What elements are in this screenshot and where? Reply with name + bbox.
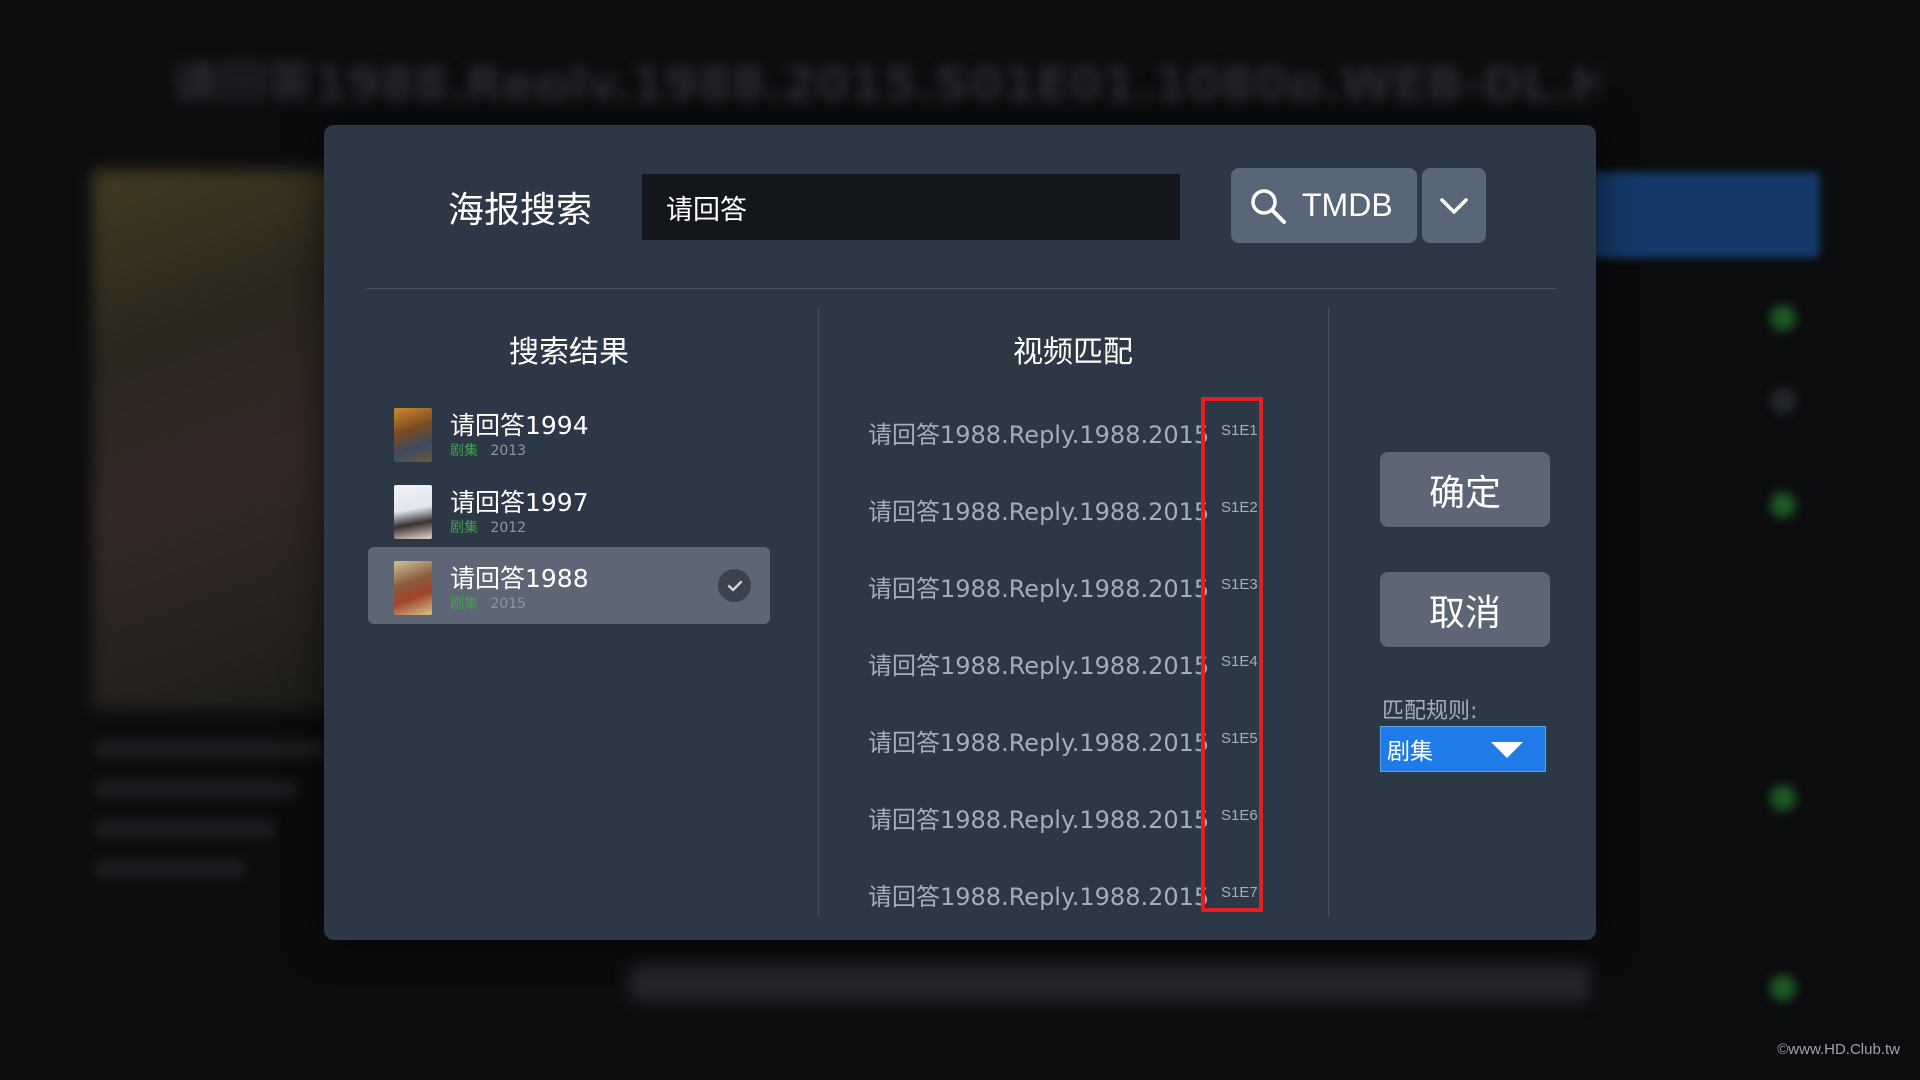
background-meta-line: [95, 740, 325, 758]
background-status-dot: [1770, 975, 1796, 1001]
source-dropdown-button[interactable]: [1422, 168, 1486, 243]
match-rule-select[interactable]: 剧集: [1380, 726, 1546, 772]
background-status-dot: [1770, 492, 1796, 518]
match-rule-label: 匹配规则:: [1382, 699, 1478, 724]
matches-heading: 视频匹配: [1013, 335, 1133, 370]
result-item[interactable]: 请回答1997 剧集 2012: [368, 471, 770, 548]
result-type: 剧集: [450, 596, 478, 612]
match-filename: 请回答1988.Reply.1988.2015.S..: [868, 806, 1208, 834]
watermark: ©www.HD.Club.tw: [1777, 1041, 1900, 1058]
chevron-down-icon: [1440, 197, 1468, 214]
source-label: TMDB: [1302, 187, 1393, 223]
column-divider: [818, 307, 819, 917]
background-status-dot: [1770, 305, 1796, 331]
match-filename: 请回答1988.Reply.1988.2015.S..: [868, 421, 1208, 449]
result-item[interactable]: 请回答1994 剧集 2013: [368, 394, 770, 471]
background-footer-text: [630, 965, 1590, 1001]
match-filename: 请回答1988.Reply.1988.2015.S..: [868, 498, 1208, 526]
result-meta: 剧集 2013: [450, 440, 526, 460]
selected-check-icon: [718, 569, 751, 602]
result-type: 剧集: [450, 443, 478, 459]
search-icon: [1251, 188, 1286, 224]
source-button[interactable]: TMDB: [1231, 168, 1417, 243]
result-poster: [394, 485, 432, 539]
column-divider: [1328, 307, 1329, 917]
background-meta-line: [95, 860, 245, 878]
result-poster: [394, 561, 432, 615]
result-meta: 剧集 2015: [450, 593, 526, 613]
poster-search-dialog: 海报搜索 TMDB 搜索结果 视频匹配 请回答1994 剧集 2013 请回答1…: [324, 125, 1596, 940]
dropdown-arrow-icon: [1491, 742, 1523, 758]
episode-highlight-annotation: [1201, 397, 1263, 912]
results-heading: 搜索结果: [509, 335, 629, 370]
dialog-title: 海报搜索: [448, 190, 593, 231]
match-filename: 请回答1988.Reply.1988.2015.S..: [868, 575, 1208, 603]
background-title: 请回答1988.Reply.1988.2015.S01E01.1080p.WEB…: [170, 57, 1600, 101]
match-filename: 请回答1988.Reply.1988.2015.S..: [868, 883, 1208, 911]
result-poster: [394, 408, 432, 462]
background-status-dot: [1770, 388, 1796, 414]
result-type: 剧集: [450, 520, 478, 536]
result-meta: 剧集 2012: [450, 517, 526, 537]
result-year: 2012: [490, 520, 527, 536]
result-title: 请回答1997: [450, 488, 589, 517]
confirm-button[interactable]: 确定: [1380, 452, 1550, 527]
match-rule-value: 剧集: [1387, 739, 1433, 765]
result-title: 请回答1988: [450, 564, 589, 593]
search-input[interactable]: [642, 174, 1180, 240]
match-filename: 请回答1988.Reply.1988.2015.S..: [868, 729, 1208, 757]
background-meta-line: [95, 820, 275, 838]
result-title: 请回答1994: [450, 411, 589, 440]
result-year: 2013: [490, 443, 527, 459]
background-status-dot: [1770, 785, 1796, 811]
match-filename: 请回答1988.Reply.1988.2015.S..: [868, 652, 1208, 680]
cancel-button[interactable]: 取消: [1380, 572, 1550, 647]
header-divider: [366, 288, 1556, 289]
background-banner: [1580, 172, 1820, 258]
result-item-selected[interactable]: 请回答1988 剧集 2015: [368, 547, 770, 624]
result-year: 2015: [490, 596, 527, 612]
background-meta-line: [95, 780, 295, 798]
